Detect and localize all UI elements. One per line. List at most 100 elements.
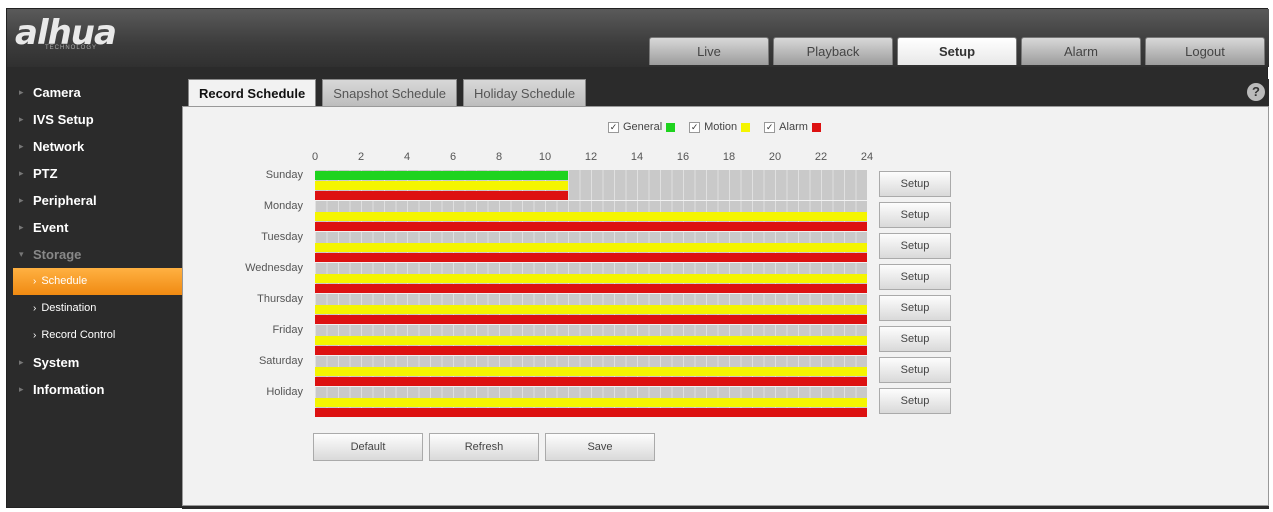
schedule-row-saturday[interactable] [315,356,867,386]
sidebar-item-storage[interactable]: ▾ Storage [7,241,182,268]
sidebar-item-camera[interactable]: ▸ Camera [7,79,182,106]
legend-motion: ✓ Motion [689,121,751,133]
tab-holiday-schedule[interactable]: Holiday Schedule [462,79,587,106]
sidebar-item-system[interactable]: ▸ System [7,349,182,376]
tab-snapshot-schedule[interactable]: Snapshot Schedule [322,79,457,106]
collapsed-icon: ▸ [19,195,24,205]
setup-button-friday[interactable]: Setup [879,326,951,352]
motion-color-swatch [741,122,751,132]
sidebar-item-label: Schedule [41,275,88,287]
nav-tab-logout[interactable]: Logout [1145,37,1265,65]
motion-checkbox[interactable]: ✓ [689,121,701,133]
day-label-holiday: Holiday [266,386,303,398]
sidebar-item-label: Camera [33,85,81,100]
logo-subtext: TECHNOLOGY [45,45,98,51]
hour-tick: 2 [357,151,365,163]
chevron-right-icon: › [33,330,37,341]
refresh-button[interactable]: Refresh [429,433,539,461]
schedule-row-sunday[interactable] [315,170,867,200]
alarm-color-swatch [811,122,821,132]
hour-tick: 8 [495,151,503,163]
hour-tick: 18 [722,151,736,163]
setup-button-saturday[interactable]: Setup [879,357,951,383]
sidebar-item-label: Storage [33,247,82,262]
record-schedule-panel: ✓ General ✓ Motion ✓ Alarm 0 2 4 6 8 10 12 14 16 18 20 2… [182,106,1269,506]
hour-tick: 0 [311,151,319,163]
sidebar-item-label: System [33,355,80,370]
motion-bar [315,274,867,283]
sidebar-item-label: IVS Setup [33,112,94,127]
general-bar [315,171,568,180]
motion-bar [315,367,867,376]
setup-button-tuesday[interactable]: Setup [879,233,951,259]
chevron-right-icon: › [33,276,37,287]
sidebar-item-label: Information [33,382,105,397]
hour-tick: 4 [403,151,411,163]
default-button[interactable]: Default [313,433,423,461]
hour-tick: 20 [768,151,782,163]
hour-tick: 10 [538,151,552,163]
hour-tick: 16 [676,151,690,163]
nav-tab-playback[interactable]: Playback [773,37,893,65]
sidebar-item-label: Record Control [41,329,116,341]
sidebar-item-destination[interactable]: › Destination [7,295,182,322]
schedule-row-wednesday[interactable] [315,263,867,293]
general-color-swatch [666,122,676,132]
alarm-bar [315,284,867,293]
sidebar-item-information[interactable]: ▸ Information [7,376,182,403]
collapsed-icon: ▸ [19,141,24,151]
expanded-icon: ▾ [19,249,24,259]
motion-bar [315,212,867,221]
collapsed-icon: ▸ [19,168,24,178]
nav-tab-setup[interactable]: Setup [897,37,1017,65]
hour-tick: 24 [860,151,874,163]
setup-button-thursday[interactable]: Setup [879,295,951,321]
alarm-bar [315,253,867,262]
sidebar-item-ivs-setup[interactable]: ▸ IVS Setup [7,106,182,133]
motion-bar [315,181,568,190]
schedule-row-tuesday[interactable] [315,232,867,262]
sidebar-item-schedule[interactable]: › Schedule [13,268,182,295]
hour-tick: 14 [630,151,644,163]
sidebar-item-label: Event [33,220,69,235]
legend-label: Alarm [779,121,808,133]
tab-record-schedule[interactable]: Record Schedule [188,79,317,106]
legend-general: ✓ General [608,121,676,133]
schedule-legend: ✓ General ✓ Motion ✓ Alarm [608,121,821,133]
top-navigation: Live Playback Setup Alarm Logout [649,37,1265,65]
nav-tab-alarm[interactable]: Alarm [1021,37,1141,65]
hour-tick: 12 [584,151,598,163]
alarm-bar [315,191,568,200]
chevron-right-icon: › [33,303,37,314]
collapsed-icon: ▸ [19,357,24,367]
schedule-row-friday[interactable] [315,325,867,355]
nav-tab-live[interactable]: Live [649,37,769,65]
day-label-tuesday: Tuesday [261,231,303,243]
setup-button-monday[interactable]: Setup [879,202,951,228]
schedule-grid[interactable] [315,170,867,418]
general-checkbox[interactable]: ✓ [608,121,619,133]
collapsed-icon: ▸ [19,222,24,232]
help-icon[interactable]: ? [1247,83,1265,101]
collapsed-icon: ▸ [19,384,24,394]
save-button[interactable]: Save [545,433,655,461]
motion-bar [315,305,867,314]
sidebar-item-peripheral[interactable]: ▸ Peripheral [7,187,182,214]
sidebar-item-network[interactable]: ▸ Network [7,133,182,160]
sidebar-item-event[interactable]: ▸ Event [7,214,182,241]
schedule-row-thursday[interactable] [315,294,867,324]
alarm-checkbox[interactable]: ✓ [764,121,776,133]
day-label-thursday: Thursday [257,293,303,305]
brand-logo: alhua TECHNOLOGY [15,15,155,55]
setup-button-sunday[interactable]: Setup [879,171,951,197]
app-window: alhua TECHNOLOGY Live Playback Setup Alarm L… [6,8,1269,509]
sidebar-item-record-control[interactable]: › Record Control [7,322,182,349]
schedule-row-holiday[interactable] [315,387,867,417]
schedule-row-monday[interactable] [315,201,867,231]
day-label-monday: Monday [263,200,303,212]
day-label-wednesday: Wednesday [245,262,303,274]
alarm-bar [315,315,867,324]
setup-button-holiday[interactable]: Setup [879,388,951,414]
sidebar-item-ptz[interactable]: ▸ PTZ [7,160,182,187]
setup-button-wednesday[interactable]: Setup [879,264,951,290]
